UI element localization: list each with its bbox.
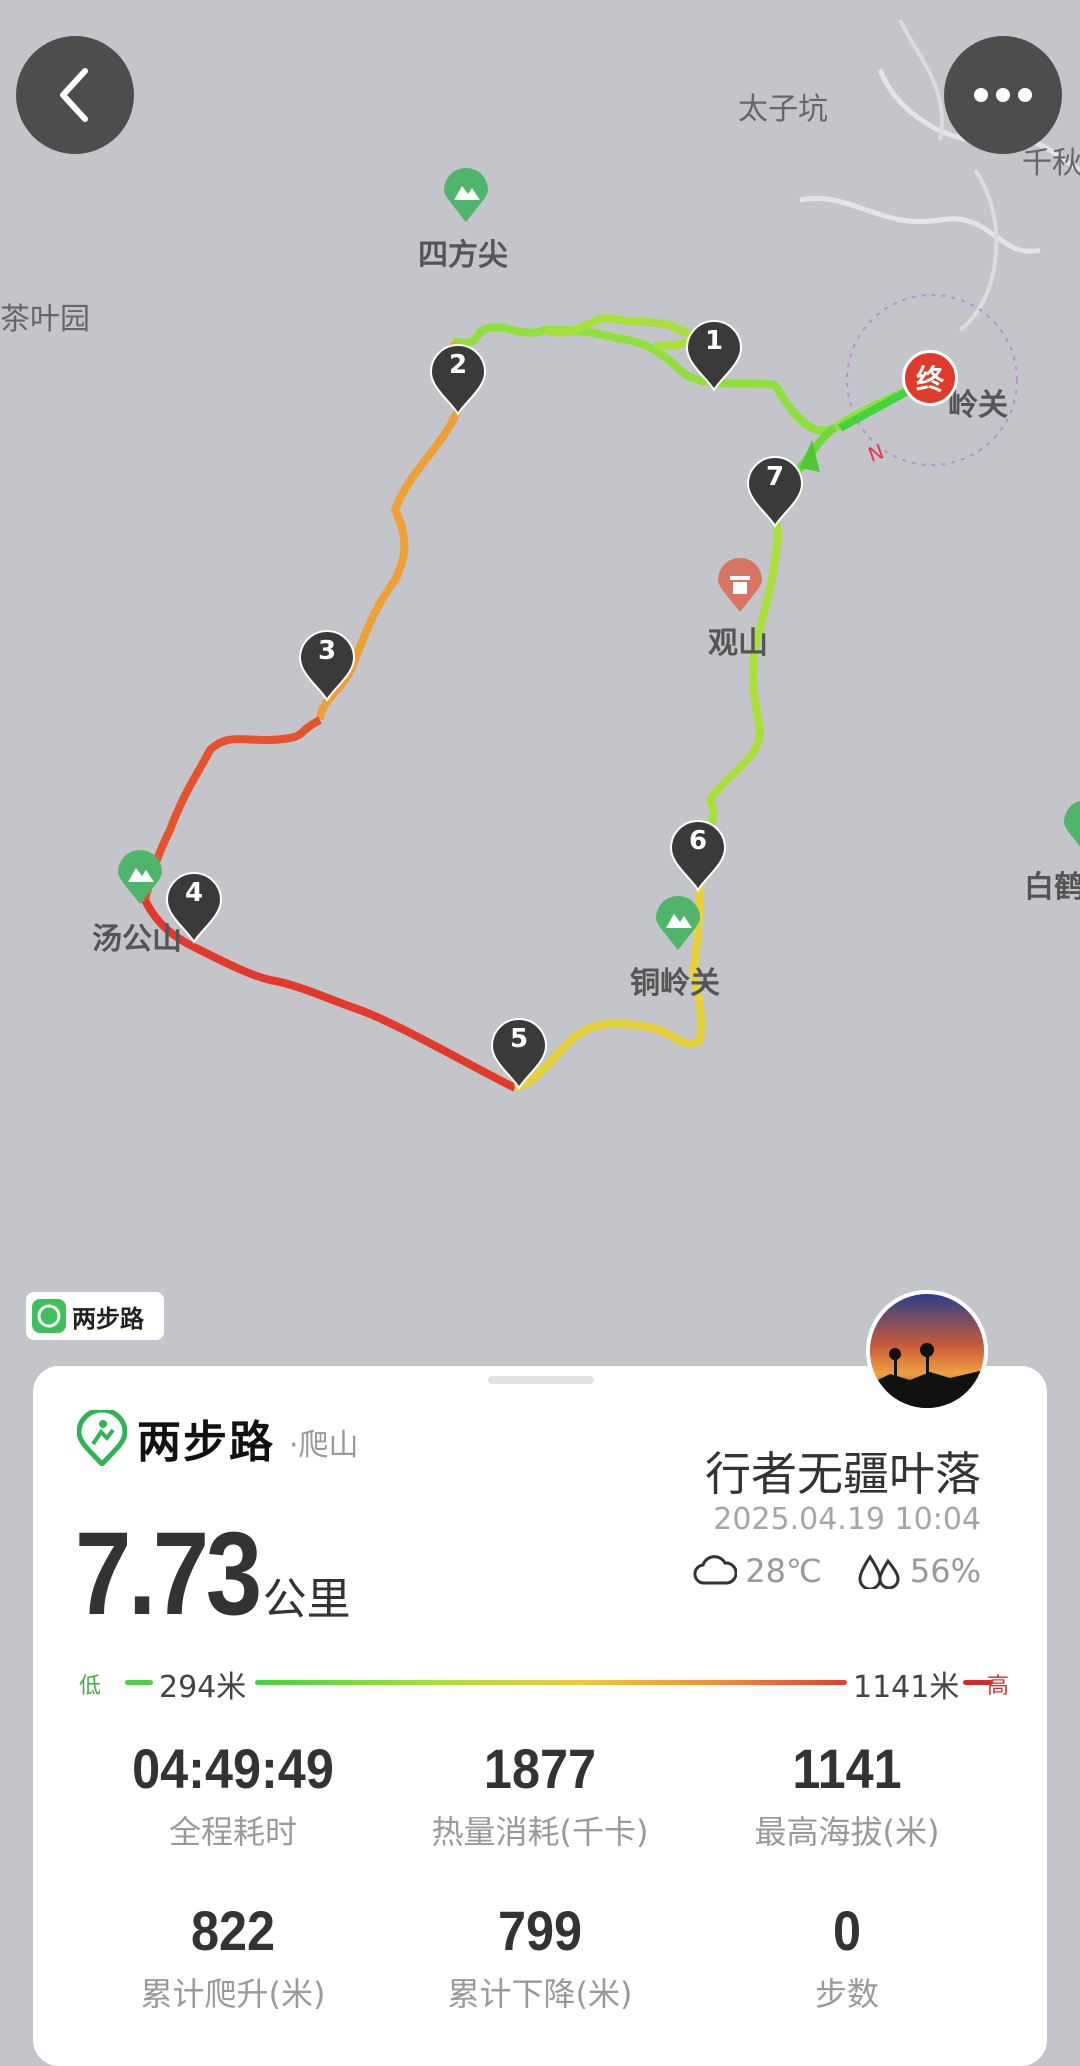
- cloud-icon: [693, 1555, 738, 1585]
- stat-label: 全程耗时: [168, 1813, 297, 1851]
- stat-value: 04:49:49: [132, 1737, 334, 1800]
- waypoint-marker[interactable]: 6: [669, 820, 727, 892]
- watermark-chip: 两步路: [26, 1292, 164, 1340]
- stat-total-ascent: 822 累计爬升(米): [83, 1898, 383, 2015]
- stat-total-descent: 799 累计下降(米): [390, 1898, 690, 2015]
- waypoint-label: 2: [448, 350, 468, 380]
- mountain-poi-icon[interactable]: [1062, 800, 1080, 856]
- distance-display: 7.73 公里: [75, 1506, 351, 1642]
- waypoint-marker[interactable]: 2: [429, 344, 487, 416]
- stat-total-time: 04:49:49 全程耗时: [83, 1736, 383, 1853]
- route-segment-6: [696, 499, 782, 861]
- end-marker[interactable]: 终: [902, 350, 958, 406]
- stat-value: 1141: [792, 1737, 902, 1800]
- waypoint-marker[interactable]: 4: [165, 872, 223, 944]
- waypoint-marker[interactable]: 5: [490, 1018, 548, 1090]
- temple-poi-icon[interactable]: [716, 558, 764, 614]
- distance-value: 7.73: [75, 1508, 262, 1640]
- humidity: 56%: [909, 1552, 981, 1590]
- waypoint-marker[interactable]: 3: [298, 630, 356, 702]
- stat-label: 最高海拔(米): [754, 1813, 940, 1851]
- stat-label: 累计爬升(米): [140, 1975, 326, 2013]
- low-color-swatch: [125, 1680, 153, 1685]
- waypoint-label: 5: [509, 1024, 529, 1054]
- elevation-low-label: 低: [79, 1674, 102, 1699]
- avatar[interactable]: [866, 1290, 988, 1412]
- waypoint-label: 3: [317, 636, 337, 666]
- elevation-gradient-bar: [255, 1680, 847, 1685]
- elevation-low-value: 294米: [159, 1670, 247, 1705]
- waypoint-marker[interactable]: 1: [685, 320, 743, 392]
- waypoint-label: 1: [704, 326, 724, 356]
- distance-unit: 公里: [262, 1574, 351, 1625]
- waypoint-label: 7: [765, 462, 785, 492]
- place-label-tonglingguan: 铜岭关: [630, 966, 720, 1001]
- stat-value: 822: [190, 1899, 276, 1962]
- stat-value: 799: [497, 1899, 583, 1962]
- summary-card: 两步路 ·爬山 7.73 公里 行者无疆叶落 2025.04.19 10:04 …: [33, 1366, 1047, 2066]
- compass-label: N: [865, 439, 887, 467]
- brand-logo-icon: [77, 1410, 127, 1466]
- waypoint-marker[interactable]: 7: [746, 456, 804, 528]
- activity-datetime: 2025.04.19 10:04: [713, 1502, 981, 1537]
- more-button[interactable]: [944, 36, 1062, 154]
- elevation-high-value: 1141米: [853, 1670, 960, 1705]
- stat-value: 0: [832, 1899, 862, 1962]
- more-dots-icon: [974, 88, 1032, 102]
- user-name: 行者无疆叶落: [705, 1447, 981, 1501]
- humidity-icon: [858, 1554, 900, 1589]
- stat-steps: 0 步数: [697, 1898, 997, 2015]
- place-label-baihe: 白鹤: [1024, 870, 1080, 905]
- weather-row: 28℃ 56%: [693, 1552, 981, 1590]
- back-button[interactable]: [16, 36, 134, 154]
- place-label-taizikeng: 太子坑: [738, 92, 828, 127]
- watermark-text: 两步路: [72, 1304, 144, 1333]
- stat-label: 步数: [814, 1975, 879, 2013]
- mountain-poi-icon[interactable]: [442, 168, 490, 224]
- app-logo-icon: [32, 1299, 66, 1333]
- elevation-range: 低 294米 1141米 高: [79, 1662, 1009, 1705]
- brand-row: 两步路 ·爬山: [77, 1406, 359, 1470]
- brand-name: 两步路: [137, 1417, 275, 1468]
- place-label-chayeyuan: 茶叶园: [0, 302, 90, 337]
- activity-type: ·爬山: [289, 1428, 359, 1463]
- mountain-poi-icon[interactable]: [116, 850, 164, 906]
- chevron-left-icon: [60, 68, 88, 122]
- drag-handle[interactable]: [488, 1376, 594, 1384]
- temperature: 28℃: [745, 1552, 822, 1590]
- place-label-guanshan: 观山: [708, 626, 768, 661]
- place-label-lingguan: 岭关: [948, 388, 1008, 423]
- place-label-sifangjian: 四方尖: [418, 238, 508, 273]
- route-map: N: [141, 19, 1080, 1092]
- waypoint-label: 6: [688, 826, 708, 856]
- waypoint-label: 4: [184, 878, 204, 908]
- stat-value: 1877: [483, 1737, 597, 1800]
- stat-calories: 1877 热量消耗(千卡): [390, 1736, 690, 1853]
- stat-label: 热量消耗(千卡): [431, 1813, 649, 1851]
- stat-max-altitude: 1141 最高海拔(米): [697, 1736, 997, 1853]
- stat-label: 累计下降(米): [447, 1975, 633, 2013]
- mountain-poi-icon[interactable]: [654, 896, 702, 952]
- elevation-high-label: 高: [986, 1674, 1009, 1699]
